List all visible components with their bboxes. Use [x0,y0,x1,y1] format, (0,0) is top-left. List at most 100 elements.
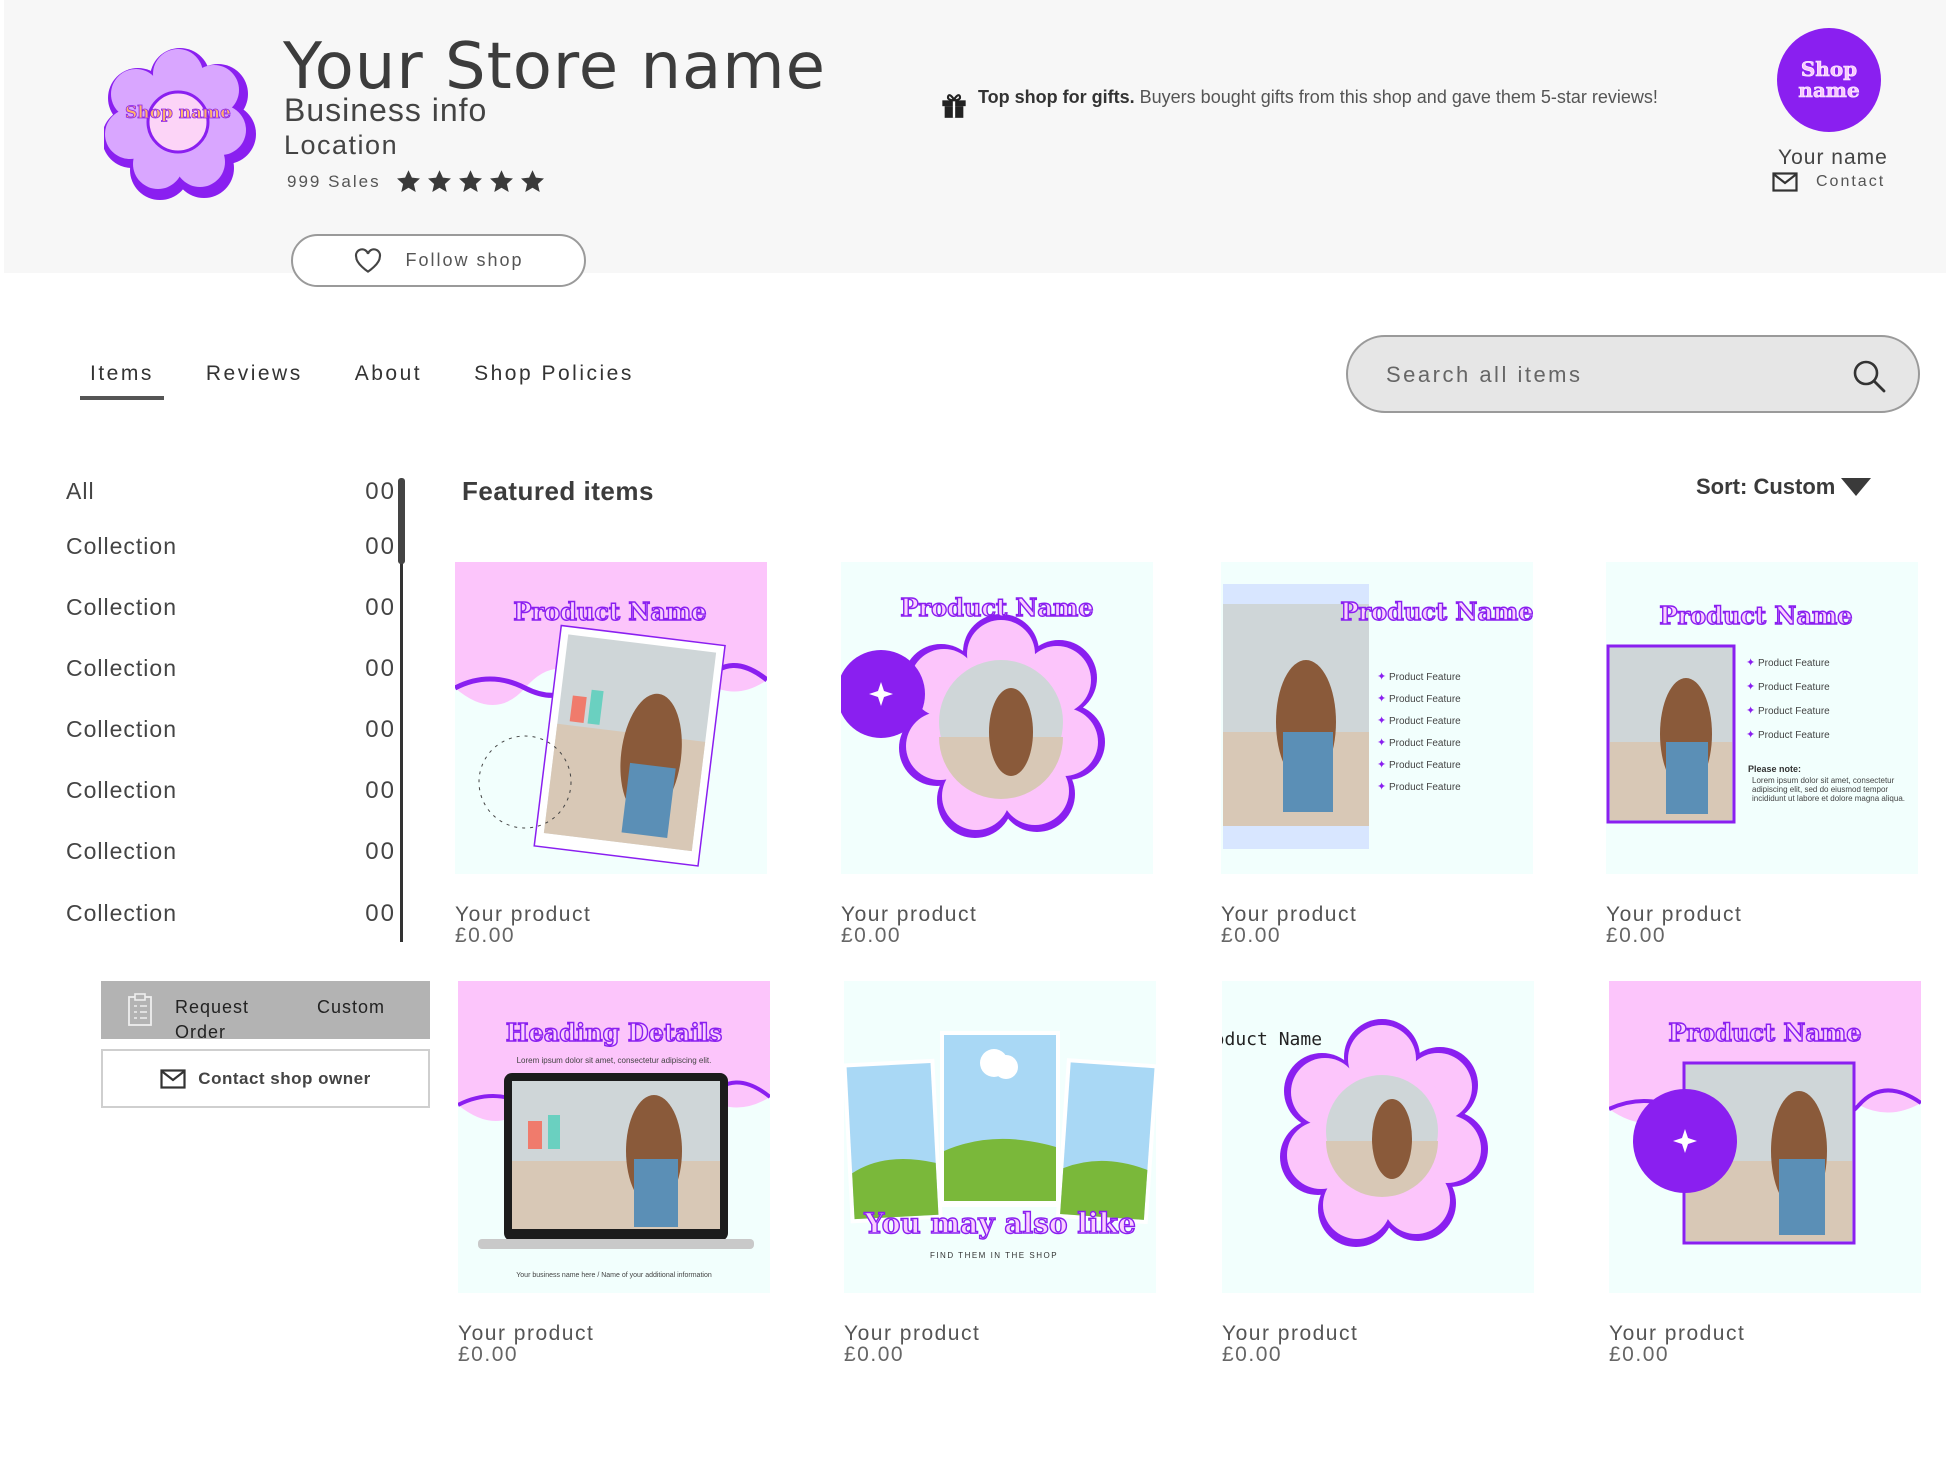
svg-text:✦: ✦ [1377,781,1386,793]
svg-text:✦: ✦ [1377,693,1386,705]
product-name[interactable]: Your product [455,904,767,925]
product-thumbnail[interactable]: Product Name Product Feature Product Fea… [1606,562,1918,874]
svg-text:Product Feature: Product Feature [1389,782,1461,793]
collection-item[interactable]: Collection 00 [66,900,396,928]
product-price: £0.00 [458,1343,519,1366]
svg-text:✦: ✦ [1746,729,1755,741]
collection-item[interactable]: Collection 00 [66,777,396,805]
svg-text:Product Feature: Product Feature [1389,672,1461,683]
star-icon [458,170,482,192]
sidebar-scroll-thumb[interactable] [398,478,405,564]
product-price: £0.00 [841,924,902,947]
gift-notice-text: Top shop for gifts. Buyers bought gifts … [978,88,1658,119]
contact-shop-owner-button[interactable]: Contact shop owner [101,1049,430,1108]
product-card[interactable]: Product Name Your product £0.00 [1609,981,1921,1365]
sales-rating: 999 Sales [287,168,550,195]
search-input[interactable] [1386,357,1816,393]
collection-label: Collection [66,777,177,803]
mail-icon [1772,172,1798,192]
svg-text:✦: ✦ [1377,715,1386,727]
contact-owner-label: Contact shop owner [198,1068,371,1088]
tab-reviews[interactable]: Reviews [206,362,303,400]
product-price: £0.00 [1222,1343,1283,1366]
product-thumbnail[interactable]: Product Name [455,562,767,874]
collection-item[interactable]: Collection 00 [66,716,396,744]
product-name[interactable]: Your product [1606,904,1918,925]
shop-tabs: Items Reviews About Shop Policies [80,362,686,400]
product-name[interactable]: Your product [1222,1323,1534,1344]
collection-item[interactable]: Collection 00 [66,655,396,683]
product-card[interactable]: You may also like FIND THEM IN THE SHOP … [844,981,1156,1365]
svg-text:Product Name: Product Name [1659,601,1852,630]
svg-text:FIND THEM IN THE SHOP: FIND THEM IN THE SHOP [930,1251,1058,1260]
collection-count: 00 [365,478,396,505]
search-icon[interactable] [1852,359,1886,393]
svg-text:Product Feature: Product Feature [1758,682,1830,693]
product-card[interactable]: Product Name Product Feature Product Fea… [1221,562,1533,946]
collection-count: 00 [365,533,396,560]
product-card[interactable]: Heading Details Lorem ipsum dolor sit am… [458,981,770,1365]
svg-text:Product Name: Product Name [1668,1018,1861,1047]
owner-avatar-text: Shop name [1798,57,1860,102]
business-info: Business info [284,92,488,128]
product-thumbnail[interactable]: Product Name [1609,981,1921,1293]
product-card[interactable]: Product Name Product Feature Product Fea… [1606,562,1918,946]
product-price: £0.00 [1609,1343,1670,1366]
clipboard-icon [128,993,152,1026]
product-image: Heading Details Lorem ipsum dolor sit am… [458,981,770,1293]
product-price: £0.00 [1606,924,1667,947]
contact-owner-link[interactable]: Contact [1772,172,1885,192]
search-bar [1346,335,1920,413]
svg-text:Product Name: Product Name [1222,1029,1322,1050]
product-card[interactable]: Product Name Your product £0.00 [455,562,767,946]
product-name[interactable]: Your product [458,1323,770,1344]
gift-notice-body: Buyers bought gifts from this shop and g… [1139,87,1658,107]
product-card[interactable]: Product Name Your product £0.00 [841,562,1153,946]
svg-text:Your business name here / Name: Your business name here / Name of your a… [516,1272,712,1279]
follow-shop-button[interactable]: Follow shop [291,234,586,287]
collection-label: Collection [66,533,177,559]
product-name[interactable]: Your product [1221,904,1533,925]
product-thumbnail[interactable]: You may also like FIND THEM IN THE SHOP [844,981,1156,1293]
collection-item[interactable]: Collection 00 [66,838,396,866]
mail-icon [160,1068,186,1089]
product-name[interactable]: Your product [1609,1323,1921,1344]
collection-item[interactable]: Collection 00 [66,594,396,622]
product-thumbnail[interactable]: Product Name [1222,981,1534,1293]
sort-dropdown[interactable]: Sort: Custom [1696,474,1872,500]
product-thumbnail[interactable]: Heading Details Lorem ipsum dolor sit am… [458,981,770,1293]
collection-item[interactable]: Collection 00 [66,533,396,561]
star-icon [396,170,420,192]
product-name[interactable]: Your product [841,904,1153,925]
location: Location [284,130,399,160]
owner-avatar[interactable]: Shop name [1777,28,1881,132]
svg-text:✦: ✦ [1377,737,1386,749]
star-icon [520,170,544,192]
product-image: Product Name [1222,981,1534,1293]
svg-text:Please note:: Please note: [1748,764,1801,774]
tab-shop-policies[interactable]: Shop Policies [474,362,634,400]
gift-icon [942,94,966,118]
product-image: Product Name [841,562,1153,874]
product-thumbnail[interactable]: Product Name [841,562,1153,874]
star-icon [427,170,451,192]
collection-label: Collection [66,900,177,926]
tab-items[interactable]: Items [80,362,164,400]
product-name[interactable]: Your product [844,1323,1156,1344]
collection-count: 00 [365,594,396,621]
request-custom-order-button[interactable]: Request Custom Order [101,981,430,1042]
shop-header: Shop name Your Store name Business info … [4,0,1946,273]
svg-text:Product Name: Product Name [900,593,1093,622]
product-thumbnail[interactable]: Product Name Product Feature Product Fea… [1221,562,1533,874]
tab-about[interactable]: About [355,362,422,400]
collection-label: Collection [66,716,177,742]
product-image: You may also like FIND THEM IN THE SHOP [844,981,1156,1293]
svg-text:Shop name: Shop name [125,103,231,123]
svg-text:Product Feature: Product Feature [1389,716,1461,727]
product-card[interactable]: Product Name Your product £0.00 [1222,981,1534,1365]
svg-text:Product Name: Product Name [513,597,706,626]
product-image: Product Name [1609,981,1921,1293]
collection-count: 00 [365,838,396,865]
svg-text:Lorem ipsum dolor sit amet, co: Lorem ipsum dolor sit amet, consectetur … [517,1056,712,1065]
collection-item-all[interactable]: All 00 [66,478,396,506]
